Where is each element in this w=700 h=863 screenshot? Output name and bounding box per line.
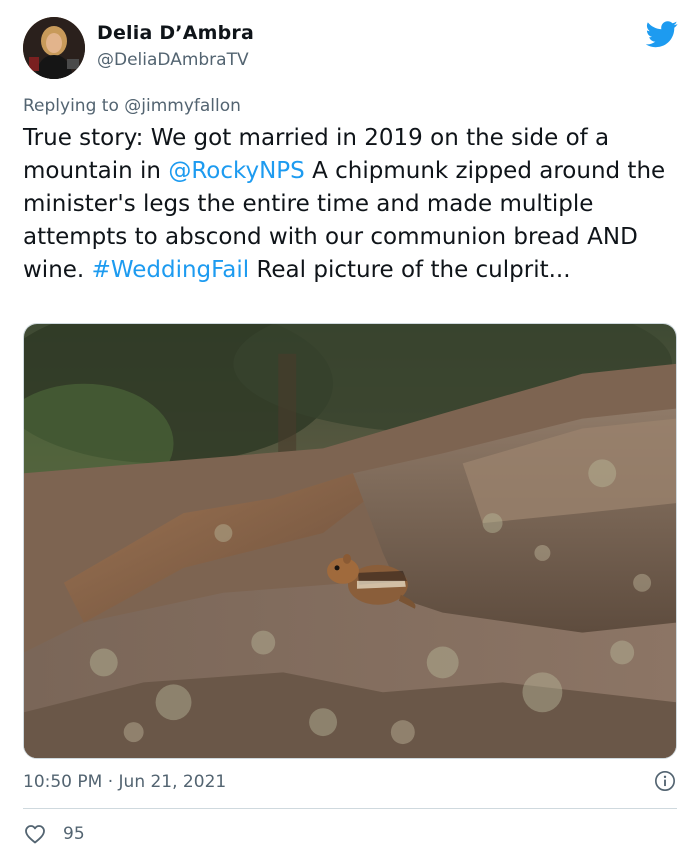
display-name[interactable]: Delia D’Ambra [97,22,254,44]
user-handle[interactable]: @DeliaDAmbraTV [97,50,249,70]
like-count: 95 [63,824,85,844]
divider [23,808,677,809]
twitter-bird-icon[interactable] [645,18,678,50]
tweet-photo[interactable] [23,323,677,759]
replying-to: Replying to @jimmyfallon [23,96,241,116]
heart-icon[interactable] [23,822,47,846]
tweet-card: Delia D’Ambra @DeliaDAmbraTV Replying to… [0,0,700,863]
tweet-text-part3: Real picture of the culprit... [249,257,571,283]
avatar[interactable] [23,17,85,79]
replying-to-label: Replying to [23,96,125,116]
mention-link[interactable]: @RockyNPS [168,158,304,184]
info-icon[interactable] [654,770,676,792]
tweet-timestamp[interactable]: 10:50 PM · Jun 21, 2021 [23,772,226,792]
tweet-text: True story: We got married in 2019 on th… [23,122,683,287]
hashtag-link[interactable]: #WeddingFail [92,257,250,283]
reply-mention-link[interactable]: @jimmyfallon [124,96,241,116]
